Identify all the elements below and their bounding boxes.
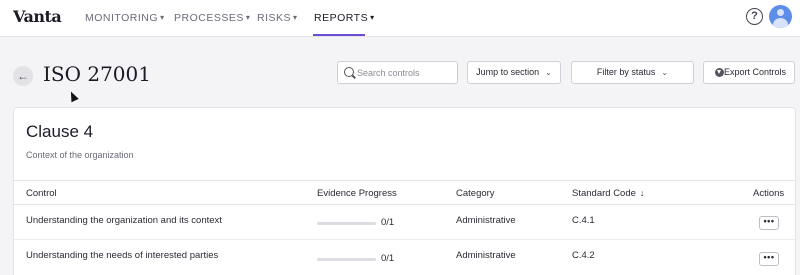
chevron-down-icon: ⌄	[661, 68, 669, 77]
column-header-standard-code[interactable]: Standard Code ↓	[572, 188, 644, 199]
vanta-logo[interactable]: Vanta	[13, 7, 62, 26]
export-controls-button[interactable]: Export Controls	[703, 61, 795, 84]
nav-item-label: REPORTS	[314, 12, 369, 24]
jump-to-section-label: Jump to section	[476, 67, 540, 77]
progress-bar	[317, 258, 376, 261]
nav-item-label: PROCESSES	[174, 12, 244, 24]
top-nav: Vanta MONITORING ▾ PROCESSES ▾ RISKS ▾ REPO…	[0, 0, 800, 37]
more-actions-button[interactable]: •••	[759, 252, 779, 266]
progress-count: 0/1	[381, 217, 395, 228]
page-title: ISO 27001	[43, 62, 151, 86]
control-name[interactable]: Understanding the needs of interested pa…	[26, 250, 218, 261]
category-value: Administrative	[456, 250, 516, 261]
search-icon	[344, 67, 354, 77]
download-icon	[715, 68, 724, 77]
search-controls-field[interactable]	[337, 61, 458, 84]
control-name[interactable]: Understanding the organization and its c…	[26, 215, 222, 226]
arrow-left-icon: ←	[17, 69, 29, 83]
avatar-head	[777, 9, 784, 16]
back-button[interactable]: ←	[13, 66, 33, 86]
avatar-body	[773, 18, 788, 28]
chevron-down-icon: ▾	[245, 13, 251, 22]
chevron-down-icon: ▾	[370, 13, 375, 22]
jump-to-section-dropdown[interactable]: Jump to section ⌄	[467, 61, 561, 84]
clause-card: Clause 4 Context of the organization Con…	[13, 107, 796, 275]
section-title: Clause 4	[26, 122, 94, 141]
export-controls-label: Export Controls	[723, 67, 787, 77]
progress-count: 0/1	[381, 253, 395, 264]
ellipsis-icon: •••	[763, 216, 775, 226]
ellipsis-icon: •••	[763, 252, 775, 262]
nav-item-monitoring[interactable]: MONITORING ▾	[85, 12, 165, 24]
chevron-down-icon: ▾	[160, 13, 165, 22]
nav-item-label: RISKS	[257, 12, 292, 24]
column-header-label: Standard Code	[572, 188, 636, 199]
search-input[interactable]	[357, 65, 453, 80]
table-row[interactable]: Understanding the organization and its c…	[14, 205, 795, 240]
column-header-actions: Actions	[753, 188, 785, 199]
nav-item-processes[interactable]: PROCESSES ▾	[174, 12, 250, 24]
more-actions-button[interactable]: •••	[759, 216, 779, 230]
nav-item-reports[interactable]: REPORTS ▾	[314, 12, 375, 24]
filter-by-status-dropdown[interactable]: Filter by status ⌄	[571, 61, 694, 84]
category-value: Administrative	[456, 215, 516, 226]
nav-item-risks[interactable]: RISKS ▾	[257, 12, 298, 24]
avatar[interactable]	[769, 5, 792, 28]
mouse-cursor-icon	[67, 89, 79, 103]
column-header-category[interactable]: Category	[456, 188, 495, 199]
active-tab-indicator	[313, 34, 365, 36]
standard-code-value: C.4.2	[572, 250, 595, 261]
table-row[interactable]: Understanding the needs of interested pa…	[14, 241, 795, 275]
nav-item-label: MONITORING	[85, 12, 159, 24]
chevron-down-icon: ⌄	[545, 68, 552, 77]
help-icon[interactable]: ?	[746, 8, 763, 25]
progress-bar	[317, 222, 376, 225]
table-header: Control Evidence Progress Category Stand…	[14, 180, 795, 205]
chevron-down-icon: ▾	[293, 13, 298, 22]
standard-code-value: C.4.1	[572, 215, 595, 226]
column-header-control[interactable]: Control	[26, 188, 57, 199]
column-header-evidence-progress[interactable]: Evidence Progress	[317, 188, 397, 199]
section-subtitle: Context of the organization	[26, 150, 134, 160]
filter-by-status-label: Filter by status	[596, 67, 656, 77]
sort-arrow-icon: ↓	[639, 188, 645, 198]
